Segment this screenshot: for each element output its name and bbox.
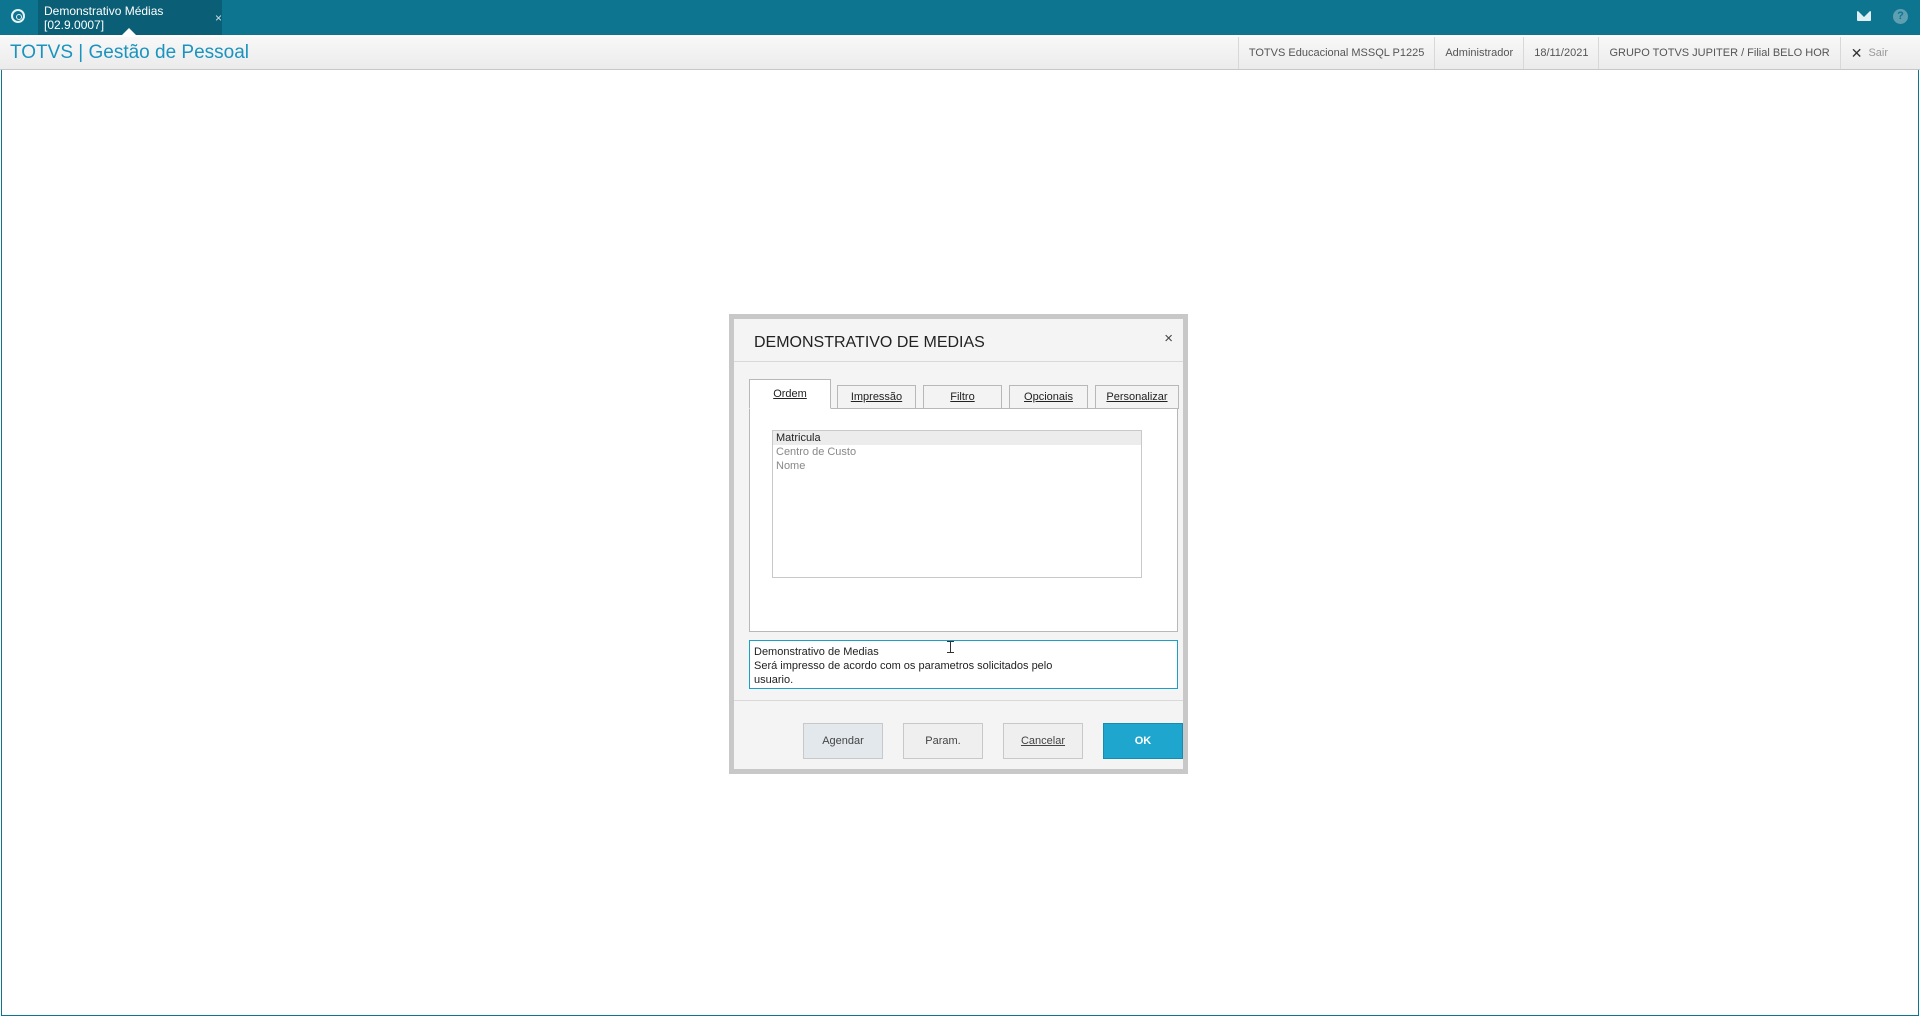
top-bar: Demonstrativo Médias [02.9.0007] × ? bbox=[0, 0, 1920, 35]
schedule-button[interactable]: Agendar bbox=[803, 723, 883, 759]
tab-personalizar[interactable]: Personalizar bbox=[1095, 385, 1179, 409]
totvs-logo-icon[interactable] bbox=[11, 9, 25, 23]
dialog-title: DEMONSTRATIVO DE MEDIAS bbox=[754, 334, 985, 351]
exit-button[interactable]: ✕ Sair bbox=[1839, 37, 1898, 69]
ok-button[interactable]: OK bbox=[1103, 723, 1183, 759]
exit-label: Sair bbox=[1868, 47, 1888, 59]
list-item[interactable]: Nome bbox=[773, 459, 1141, 473]
tab-panel-ordem: Matricula Centro de Custo Nome bbox=[749, 408, 1178, 632]
params-button[interactable]: Param. bbox=[903, 723, 983, 759]
active-tab-indicator bbox=[122, 28, 136, 35]
report-dialog: DEMONSTRATIVO DE MEDIAS × Ordem Impressã… bbox=[729, 314, 1188, 774]
page-title: TOTVS | Gestão de Pessoal bbox=[10, 42, 250, 63]
cancel-button[interactable]: Cancelar bbox=[1003, 723, 1083, 759]
mail-icon[interactable] bbox=[1857, 11, 1871, 21]
tab-opcionais[interactable]: Opcionais bbox=[1009, 385, 1088, 409]
tab-close-icon[interactable]: × bbox=[215, 11, 222, 25]
description-line: Demonstrativo de Medias bbox=[754, 646, 879, 658]
date-label[interactable]: 18/11/2021 bbox=[1523, 37, 1598, 69]
help-icon[interactable]: ? bbox=[1893, 9, 1908, 24]
dialog-close-icon[interactable]: × bbox=[1164, 330, 1173, 347]
divider bbox=[734, 361, 1183, 362]
description-line: usuario. bbox=[754, 674, 794, 686]
close-icon: ✕ bbox=[1850, 45, 1863, 61]
app-header: TOTVS | Gestão de Pessoal TOTVS Educacio… bbox=[0, 37, 1920, 70]
order-listbox[interactable]: Matricula Centro de Custo Nome bbox=[772, 430, 1142, 578]
divider bbox=[734, 700, 1183, 701]
user-label[interactable]: Administrador bbox=[1434, 37, 1523, 69]
tab-filtro[interactable]: Filtro bbox=[923, 385, 1002, 409]
tab-ordem[interactable]: Ordem bbox=[749, 379, 831, 409]
tab-impressao[interactable]: Impressão bbox=[837, 385, 916, 409]
text-cursor-icon bbox=[947, 641, 954, 653]
session-info: TOTVS Educacional MSSQL P1225 Administra… bbox=[1237, 37, 1898, 69]
description-box[interactable]: Demonstrativo de Medias Será impresso de… bbox=[749, 640, 1178, 689]
list-item[interactable]: Centro de Custo bbox=[773, 445, 1141, 459]
company-label[interactable]: GRUPO TOTVS JUPITER / Filial BELO HOR bbox=[1598, 37, 1839, 69]
description-line: Será impresso de acordo com os parametro… bbox=[754, 660, 1053, 672]
list-item[interactable]: Matricula bbox=[773, 431, 1141, 445]
environment-label[interactable]: TOTVS Educacional MSSQL P1225 bbox=[1237, 37, 1434, 69]
